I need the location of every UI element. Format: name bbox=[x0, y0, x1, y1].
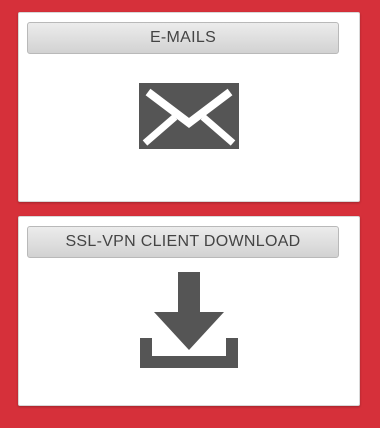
download-icon[interactable] bbox=[140, 272, 238, 370]
envelope-icon[interactable] bbox=[139, 83, 239, 149]
emails-icon-wrap bbox=[19, 83, 359, 149]
ssl-vpn-download-card[interactable]: SSL-VPN CLIENT DOWNLOAD bbox=[18, 216, 360, 406]
emails-card[interactable]: E-MAILS bbox=[18, 12, 360, 202]
emails-tab-label[interactable]: E-MAILS bbox=[27, 22, 339, 54]
download-icon-wrap bbox=[19, 272, 359, 370]
ssl-vpn-tab-label[interactable]: SSL-VPN CLIENT DOWNLOAD bbox=[27, 226, 339, 258]
